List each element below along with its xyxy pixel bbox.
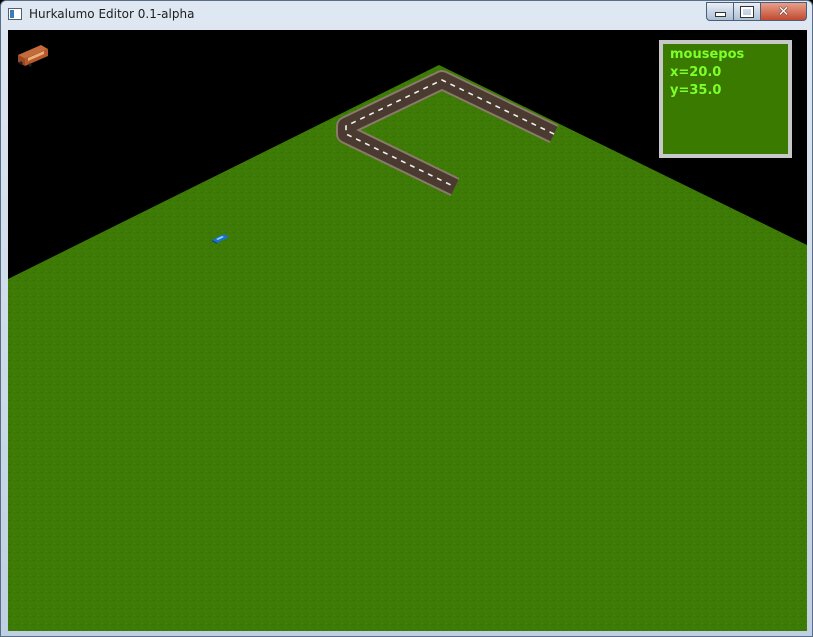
title-bar[interactable]: Hurkalumo Editor 0.1-alpha ✕ bbox=[1, 1, 812, 29]
mouse-position-panel: mousepos x=20.0 y=35.0 bbox=[659, 40, 792, 158]
window-title: Hurkalumo Editor 0.1-alpha bbox=[29, 7, 195, 21]
mouse-x-readout: x=20.0 bbox=[670, 65, 722, 80]
game-canvas[interactable]: mousepos x=20.0 y=35.0 bbox=[8, 30, 807, 631]
hud-title: mousepos bbox=[670, 47, 745, 62]
editor-window: Hurkalumo Editor 0.1-alpha ✕ mousepos x=… bbox=[0, 0, 813, 637]
minimize-button[interactable] bbox=[706, 2, 733, 21]
maximize-icon bbox=[740, 5, 754, 18]
mouse-y-readout: y=35.0 bbox=[670, 83, 722, 98]
close-button[interactable]: ✕ bbox=[760, 2, 807, 21]
maximize-button[interactable] bbox=[733, 2, 760, 21]
minimize-icon bbox=[714, 12, 726, 17]
app-icon bbox=[8, 8, 22, 20]
bus-icon[interactable] bbox=[18, 45, 48, 67]
close-icon: ✕ bbox=[777, 3, 790, 20]
